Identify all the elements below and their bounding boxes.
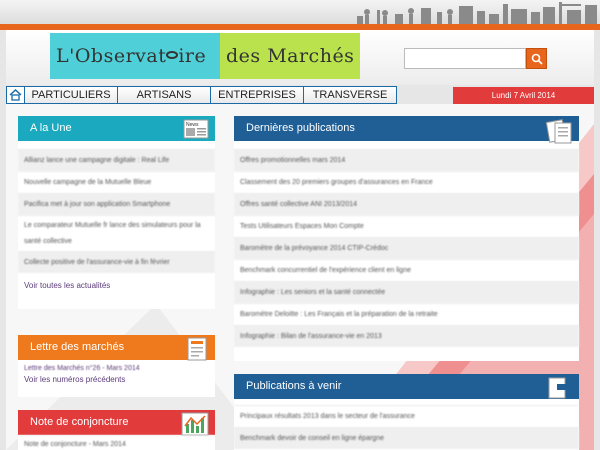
lettre-archive-link[interactable]: Voir les numéros précédents (18, 372, 215, 384)
top-banner (0, 0, 600, 25)
date-display: Lundi 7 Avril 2014 (453, 87, 594, 104)
publication-item[interactable]: Classement des 20 premiers groupes d'ass… (234, 171, 579, 193)
tab-particuliers[interactable]: PARTICULIERS (25, 86, 118, 104)
conjoncture-panel: Note de conjoncture Note de conjoncture … (18, 410, 215, 450)
tab-artisans[interactable]: ARTISANS (118, 86, 211, 104)
home-icon (9, 89, 22, 101)
a-la-une-title: A la Une (30, 122, 72, 134)
conjoncture-title: Note de conjoncture (30, 416, 129, 428)
conjoncture-header: Note de conjoncture (18, 410, 215, 436)
site-header: L'Observat ire des Marchés (6, 30, 594, 85)
a-la-une-header: A la Une News (18, 116, 215, 141)
publication-item[interactable]: Offres santé collective ANI 2013/2014 (234, 193, 579, 215)
chart-icon (181, 412, 209, 436)
logo-right-part: des Marchés (220, 33, 360, 79)
lettre-title: Lettre des marchés (30, 341, 125, 353)
publications-panel: Dernières publications Offres promotionn… (234, 116, 579, 361)
documents-icon (545, 119, 572, 144)
tab-transverse[interactable]: TRANSVERSE (304, 86, 397, 104)
news-item[interactable]: Le comparateur Mutuelle fr lance des sim… (18, 215, 215, 251)
eye-icon (166, 51, 179, 59)
main-nav: PARTICULIERS ARTISANS ENTREPRISES TRANSV… (6, 86, 397, 104)
document-icon (187, 337, 207, 361)
main-content: A la Une News Allianz lance une campagne… (6, 104, 594, 450)
home-button[interactable] (6, 86, 25, 104)
upcoming-header: Publications à venir (234, 374, 579, 399)
publication-item[interactable]: Baromètre Deloitte : Les Français et la … (234, 303, 579, 325)
see-all-news-link[interactable]: Voir toutes les actualités (18, 273, 215, 290)
lettre-header: Lettre des marchés (18, 335, 215, 361)
lettre-panel: Lettre des marchés Lettre des Marchés n°… (18, 335, 215, 397)
publication-item[interactable]: Baromètre de la prévoyance 2014 CTIP-Cré… (234, 237, 579, 259)
publication-item[interactable]: Infographie : Les seniors et la santé co… (234, 281, 579, 303)
logo-left-part: L'Observat ire (50, 33, 220, 79)
conjoncture-item[interactable]: Note de conjoncture - Mars 2014 (18, 435, 215, 450)
news-item[interactable]: Collecte positive de l'assurance-vie à f… (18, 251, 215, 273)
publication-item[interactable]: Offres promotionnelles mars 2014 (234, 149, 579, 171)
publication-item[interactable]: Tests Utilisateurs Espaces Mon Compte (234, 215, 579, 237)
upcoming-item[interactable]: Principaux résultats 2013 dans le secteu… (234, 405, 579, 427)
site-logo[interactable]: L'Observat ire des Marchés (50, 33, 360, 79)
news-item[interactable]: Pacifica met à jour son application Smar… (18, 193, 215, 215)
logo-left-text: L'Observat (56, 45, 167, 67)
a-la-une-panel: A la Une News Allianz lance une campagne… (18, 116, 215, 309)
logo-left-end-text: ire (178, 45, 207, 67)
upcoming-panel: Publications à venir Principaux résultat… (234, 374, 579, 450)
publication-item[interactable]: Benchmark concurrentiel de l'expérience … (234, 259, 579, 281)
publications-title: Dernières publications (246, 122, 355, 134)
news-item[interactable]: Nouvelle campagne de la Mutuelle Bleue (18, 171, 215, 193)
lettre-latest-link[interactable]: Lettre des Marchés n°26 - Mars 2014 (18, 365, 215, 372)
newspaper-label: News (186, 122, 199, 128)
upcoming-title: Publications à venir (246, 380, 342, 392)
skyline-illustration (357, 2, 597, 24)
news-item[interactable]: Allianz lance une campagne digitale : Re… (18, 149, 215, 171)
search-icon (531, 53, 543, 65)
forward-document-icon (548, 377, 572, 399)
publications-header: Dernières publications (234, 116, 579, 144)
tab-entreprises[interactable]: ENTREPRISES (211, 86, 304, 104)
upcoming-item[interactable]: Benchmark devoir de conseil en ligne épa… (234, 427, 579, 449)
newspaper-icon: News (183, 119, 209, 139)
search-button[interactable] (526, 48, 547, 69)
publication-item[interactable]: Infographie : Bilan de l'assurance-vie e… (234, 325, 579, 347)
search-input[interactable] (404, 48, 526, 69)
